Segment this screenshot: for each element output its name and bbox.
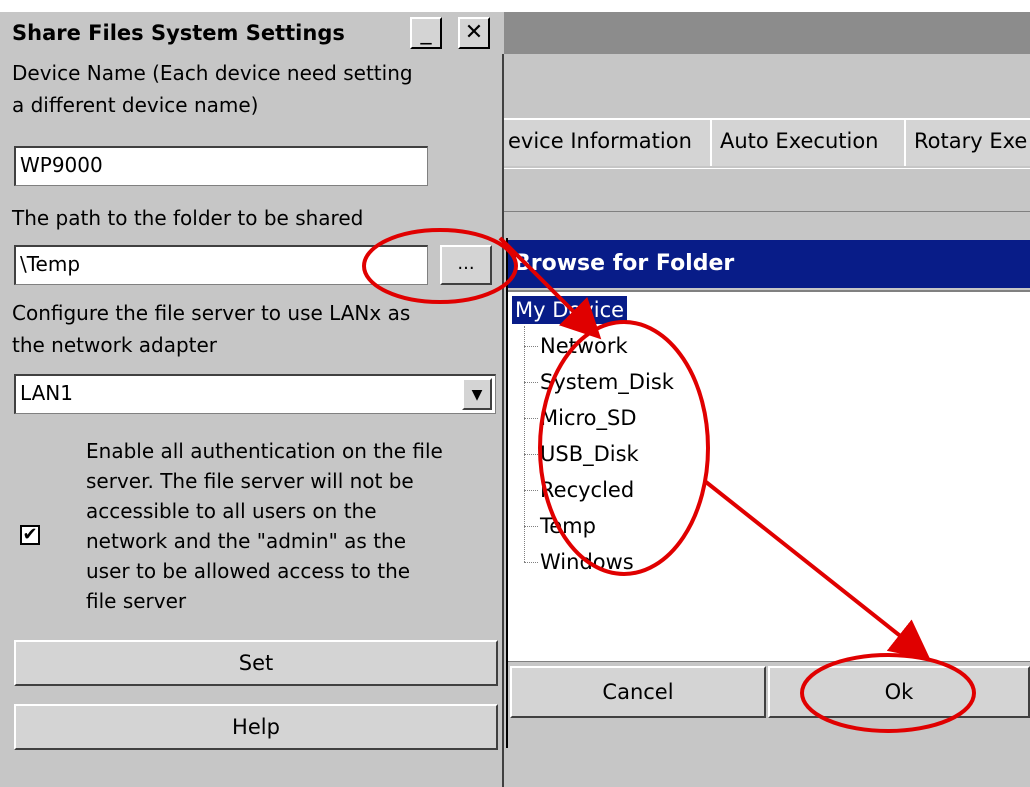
auth-line: accessible to all users on the xyxy=(86,499,377,523)
device-name-label-line1: Device Name (Each device need setting xyxy=(12,61,413,85)
main-window-toolbar xyxy=(500,54,1030,114)
tab-strip: evice Information Auto Execution Rotary … xyxy=(500,118,1030,166)
lan-select[interactable]: LAN1 xyxy=(14,374,496,414)
tree-item-label: Recycled xyxy=(540,478,635,502)
path-label: The path to the folder to be shared xyxy=(12,206,364,230)
browse-folder-button[interactable]: ... xyxy=(440,245,492,285)
auth-line: file server xyxy=(86,589,187,613)
help-button[interactable]: Help xyxy=(14,704,498,750)
tree-item-label: USB_Disk xyxy=(540,442,639,466)
auth-line: server. The file server will not be xyxy=(86,469,414,493)
tree-item-recycled[interactable]: Recycled xyxy=(524,472,784,508)
tree-item-label: Windows xyxy=(540,550,634,574)
tree-item-usb-disk[interactable]: USB_Disk xyxy=(524,436,784,472)
set-button[interactable]: Set xyxy=(14,640,498,686)
tree-item-system-disk[interactable]: System_Disk xyxy=(524,364,784,400)
tree-item-label: Network xyxy=(540,334,628,358)
tab-auto-execution[interactable]: Auto Execution xyxy=(710,118,924,166)
tree-item-label: Micro_SD xyxy=(540,406,637,430)
tree-item-temp[interactable]: Temp xyxy=(524,508,784,544)
auth-description: Enable all authentication on the file se… xyxy=(86,436,498,616)
device-name-input[interactable]: WP9000 xyxy=(14,146,428,186)
lan-label-line2: the network adapter xyxy=(12,333,218,357)
main-window-titlebar xyxy=(500,12,1030,54)
lan-label-line1: Configure the file server to use LANx as xyxy=(12,301,411,325)
browse-dialog-title: Browse for Folder xyxy=(508,240,1030,288)
tab-content-band xyxy=(500,168,1030,212)
device-name-label-line2: a different device name) xyxy=(12,93,259,117)
folder-tree[interactable]: My Device Network System_Disk Micro_SD U… xyxy=(508,290,1030,662)
tree-item-label: Temp xyxy=(540,514,596,538)
cropped-top-edge xyxy=(0,0,1030,12)
close-button[interactable]: ✕ xyxy=(458,17,490,49)
ok-button[interactable]: Ok xyxy=(768,666,1030,718)
auth-line: user to be allowed access to the xyxy=(86,559,411,583)
tree-item-label: System_Disk xyxy=(540,370,674,394)
tree-item-micro-sd[interactable]: Micro_SD xyxy=(524,400,784,436)
auth-checkbox[interactable]: ✔ xyxy=(20,525,40,545)
chevron-down-icon[interactable]: ▼ xyxy=(462,378,492,410)
tab-device-information[interactable]: evice Information xyxy=(500,118,728,166)
lan-select-value: LAN1 xyxy=(20,381,73,405)
path-input[interactable]: \Temp xyxy=(14,245,428,285)
tab-rotary-execution[interactable]: Rotary Exe xyxy=(904,118,1030,166)
tree-root-my-device[interactable]: My Device xyxy=(510,295,629,325)
auth-line: Enable all authentication on the file xyxy=(86,439,443,463)
cancel-button[interactable]: Cancel xyxy=(510,666,766,718)
auth-line: network and the "admin" as the xyxy=(86,529,407,553)
tree-item-windows[interactable]: Windows xyxy=(524,544,784,580)
tree-item-network[interactable]: Network xyxy=(524,328,784,364)
minimize-button[interactable]: _ xyxy=(410,17,442,49)
